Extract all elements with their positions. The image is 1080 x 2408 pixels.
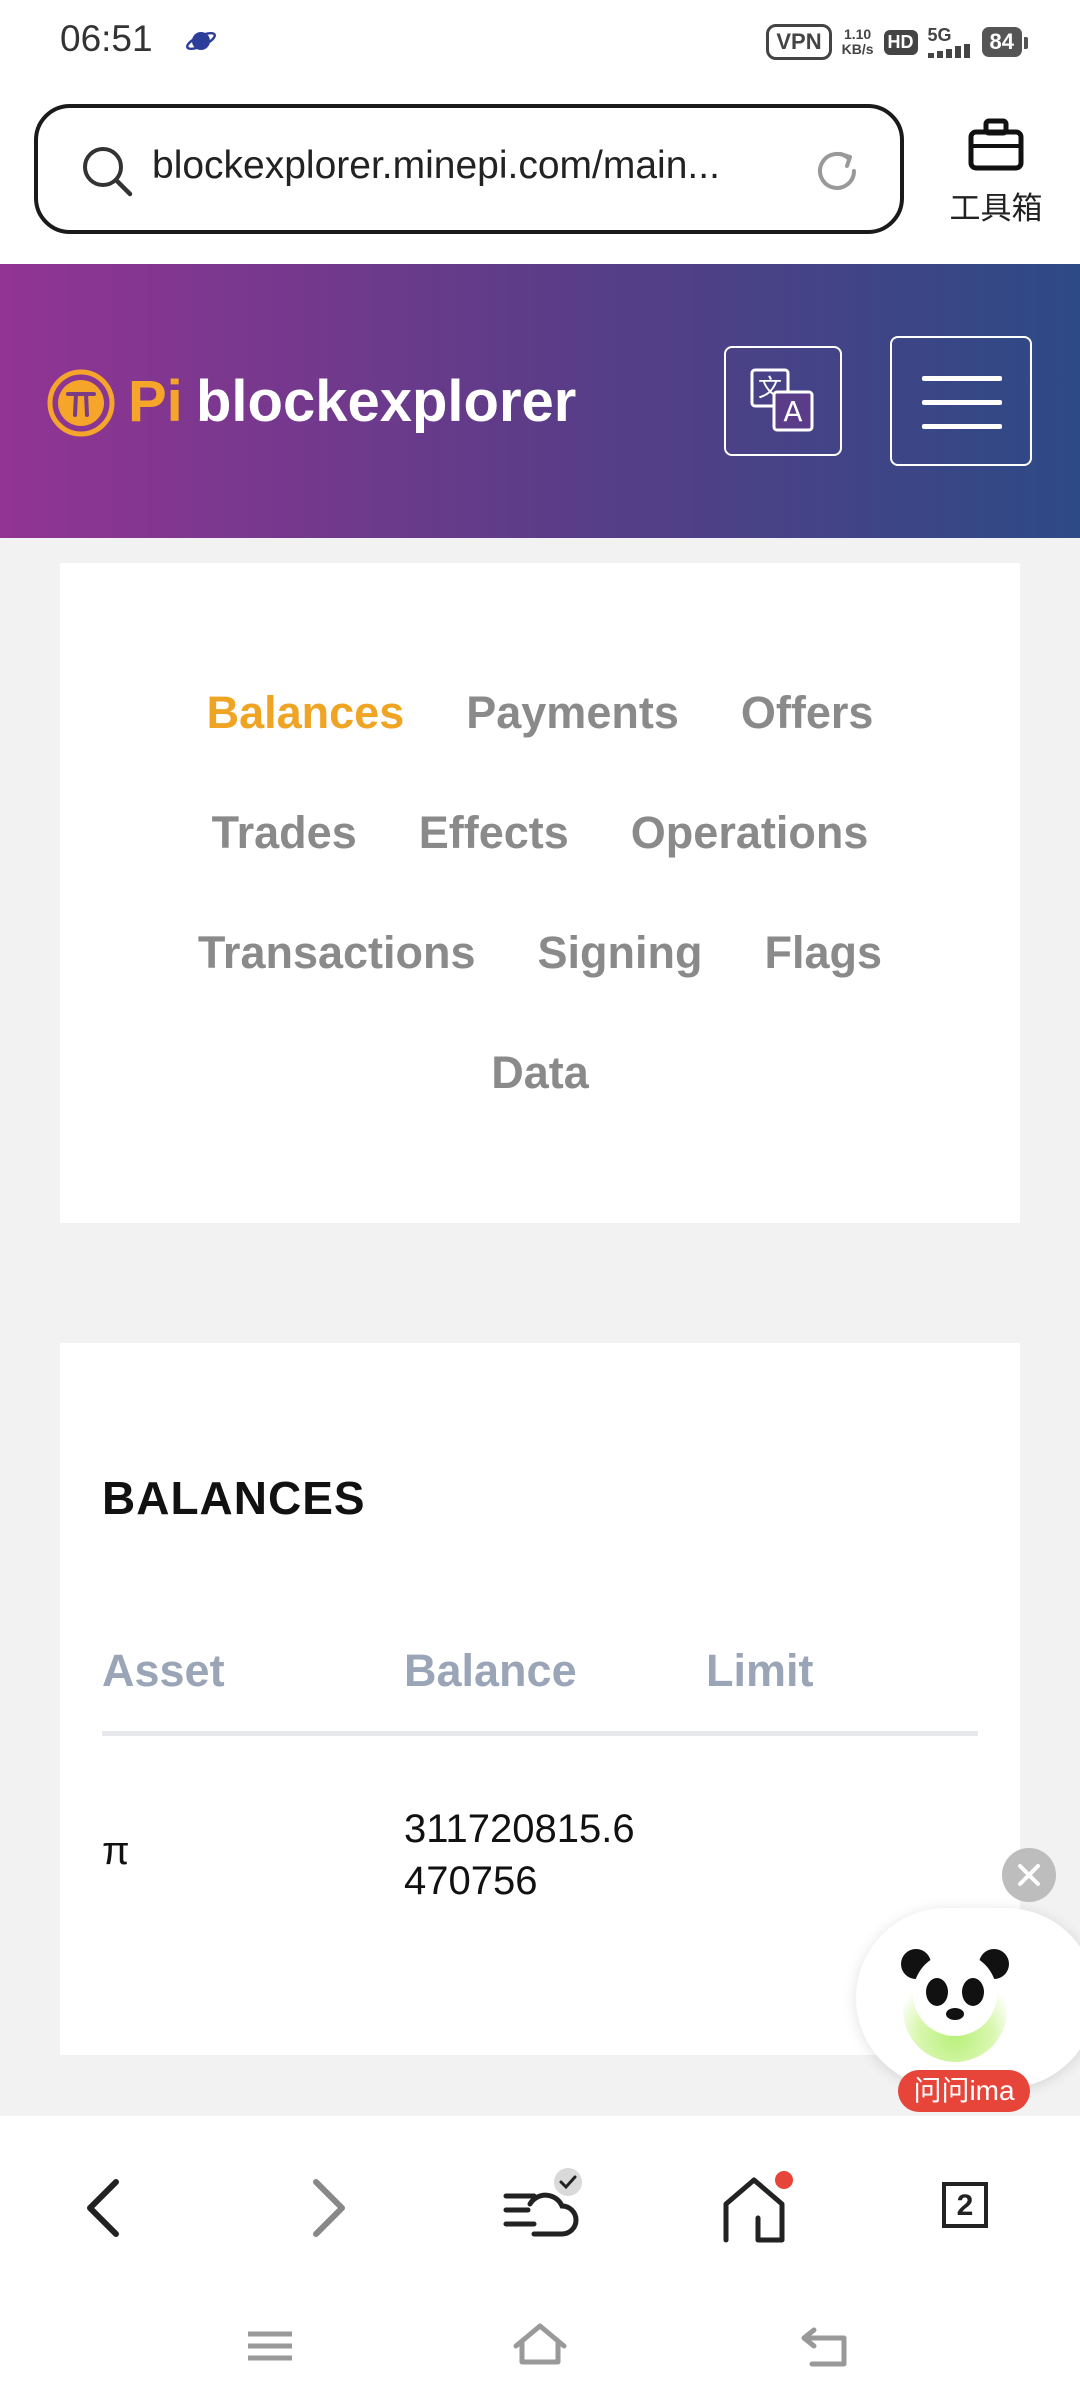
svg-text:A: A <box>783 395 802 428</box>
tab-transactions[interactable]: Transactions <box>198 927 476 979</box>
refresh-icon[interactable] <box>810 144 864 198</box>
system-back-icon[interactable] <box>796 2316 856 2376</box>
system-menu-icon[interactable] <box>240 2316 300 2376</box>
section-title: BALANCES <box>102 1472 366 1524</box>
account-tabs-card: Balances Payments Offers Trades Effects … <box>60 563 1020 1223</box>
tab-payments[interactable]: Payments <box>466 687 679 739</box>
home-icon[interactable] <box>714 2168 794 2248</box>
translate-icon: 文 A <box>750 368 814 432</box>
tab-operations[interactable]: Operations <box>631 807 869 859</box>
planet-icon <box>185 31 217 51</box>
logo-brand-text: blockexplorer <box>196 369 577 434</box>
widget-close-button[interactable] <box>1002 1848 1056 1902</box>
status-time: 06:51 <box>60 18 153 59</box>
status-bar: 06:51 VPN 1.10 KB/s HD 5G 84 <box>0 0 1080 92</box>
network-speed: 1.10 KB/s <box>842 27 874 57</box>
tab-offers[interactable]: Offers <box>741 687 874 739</box>
menu-line-icon <box>922 424 1002 429</box>
url-text[interactable]: blockexplorer.minepi.com/main... <box>152 144 772 188</box>
logo-pi-text: Pi <box>128 369 183 434</box>
cell-balance-line: 470756 <box>404 1859 538 1903</box>
menu-button[interactable] <box>890 336 1032 466</box>
column-header-balance: Balance <box>404 1645 577 1696</box>
menu-line-icon <box>922 376 1002 381</box>
toolbox-icon <box>968 118 1024 171</box>
bookmarks-cloud-icon[interactable] <box>500 2168 590 2248</box>
network-type: 5G <box>927 25 952 45</box>
search-icon <box>83 147 133 197</box>
tab-data[interactable]: Data <box>491 1047 589 1099</box>
system-home-icon[interactable] <box>510 2316 570 2376</box>
signal-bars-icon <box>927 44 970 58</box>
signal-indicator: 5G <box>927 25 972 58</box>
tab-balances[interactable]: Balances <box>207 687 405 739</box>
tab-row: Trades Effects Operations <box>60 807 1020 859</box>
tab-count: 2 <box>942 2182 988 2228</box>
cell-balance: 311720815.6 470756 <box>404 1803 635 1907</box>
hd-badge: HD <box>883 29 918 55</box>
pi-logo-icon <box>47 369 115 437</box>
toolbox-button[interactable]: 工具箱 <box>938 116 1054 228</box>
status-indicators: VPN 1.10 KB/s HD 5G 84 <box>766 22 1029 62</box>
tab-row: Transactions Signing Flags <box>60 927 1020 979</box>
back-icon[interactable] <box>66 2168 146 2248</box>
browser-bottom-nav: 2 <box>0 2116 1080 2408</box>
table-divider <box>102 1731 978 1736</box>
cell-balance-line: 311720815.6 <box>404 1807 635 1851</box>
vpn-badge: VPN <box>766 24 832 60</box>
translate-button[interactable]: 文 A <box>724 346 842 456</box>
column-header-limit: Limit <box>706 1645 814 1696</box>
tabs-button[interactable]: 2 <box>928 2168 1008 2248</box>
site-header: Pi blockexplorer 文 A <box>0 264 1080 538</box>
tab-effects[interactable]: Effects <box>419 807 569 859</box>
tab-flags[interactable]: Flags <box>765 927 883 979</box>
battery-indicator: 84 <box>981 27 1029 57</box>
speed-unit: KB/s <box>841 41 874 57</box>
tab-signing[interactable]: Signing <box>538 927 703 979</box>
speed-value: 1.10 <box>843 26 872 42</box>
address-bar[interactable]: blockexplorer.minepi.com/main... <box>34 104 904 234</box>
tab-row: Data <box>60 1047 1020 1099</box>
forward-icon[interactable] <box>286 2168 366 2248</box>
cell-asset: π <box>102 1829 130 1873</box>
column-header-asset: Asset <box>102 1645 225 1696</box>
ima-label[interactable]: 问问ima <box>898 2070 1030 2112</box>
tab-row: Balances Payments Offers <box>60 687 1020 739</box>
close-icon <box>1018 1864 1040 1886</box>
menu-line-icon <box>922 400 1002 405</box>
tab-trades[interactable]: Trades <box>212 807 357 859</box>
toolbox-label: 工具箱 <box>949 191 1043 226</box>
panda-avatar-icon[interactable] <box>880 1928 1030 2068</box>
